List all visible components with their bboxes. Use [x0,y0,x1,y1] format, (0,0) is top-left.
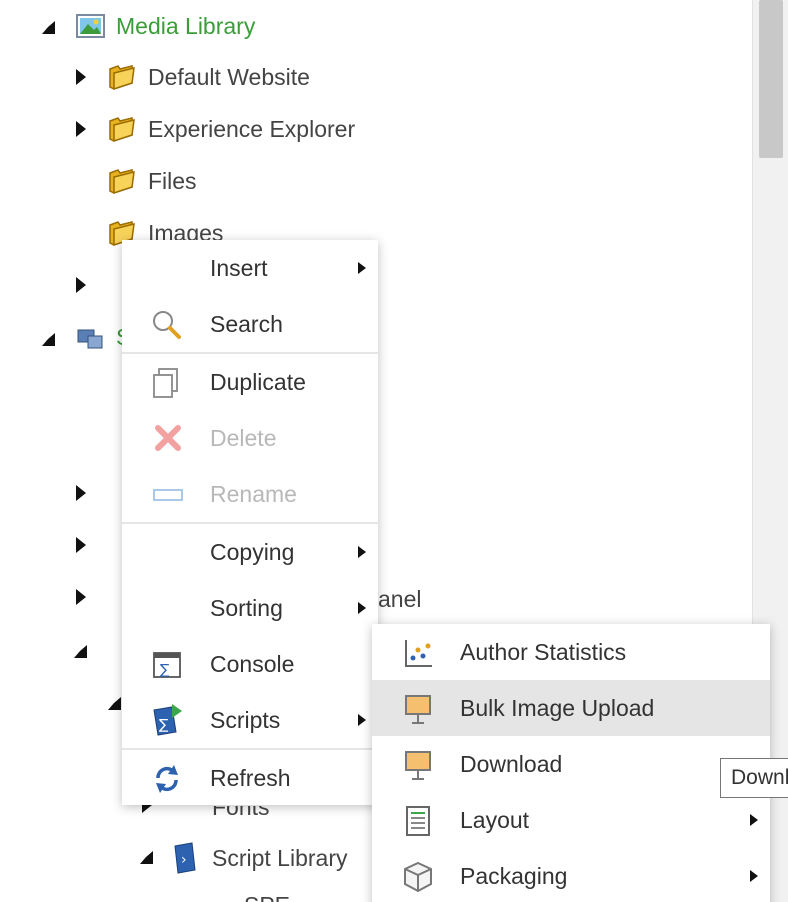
menu-item-label: Delete [210,425,277,451]
expand-arrow-icon[interactable] [76,485,86,501]
svg-text:∑: ∑ [160,662,170,678]
refresh-icon [156,765,178,793]
tree-item-default-website[interactable]: Default Website [148,62,310,92]
media-library-icon [76,14,105,38]
scrollbar-thumb[interactable] [759,0,783,158]
expand-arrow-icon[interactable] [76,121,86,137]
context-menu: Insert Search Duplicate Delete Rename Co… [122,240,378,805]
submenu-item-label: Bulk Image Upload [460,695,655,721]
expand-arrow-icon[interactable] [76,537,86,553]
menu-item-insert[interactable]: Insert [122,240,378,296]
menu-item-label: Sorting [210,595,283,621]
duplicate-icon [153,368,178,398]
submenu-arrow-icon [750,814,758,826]
menu-item-label: Rename [210,481,297,507]
expand-arrow-icon[interactable] [76,277,86,293]
tooltip: Download [720,758,788,798]
scripts-submenu: Author Statistics Bulk Image Upload Down… [372,624,770,902]
menu-item-scripts[interactable]: ∑ Scripts [122,692,378,748]
svg-text:∑: ∑ [159,717,169,733]
menu-item-label: Console [210,651,295,677]
download-icon [405,751,431,780]
submenu-item-layout[interactable]: Layout [372,792,770,848]
layout-icon [406,806,430,836]
search-icon [153,311,181,339]
rename-icon [153,489,183,501]
menu-item-duplicate[interactable]: Duplicate [122,354,378,410]
tree-item-partial-panel[interactable]: anel [378,584,421,614]
menu-item-label: Scripts [210,707,281,733]
submenu-item-author-statistics[interactable]: Author Statistics [372,624,770,680]
menu-item-copying[interactable]: Copying [122,524,378,580]
submenu-item-label: Author Statistics [460,639,627,665]
collapse-arrow-icon[interactable] [42,333,55,346]
svg-text:›: › [181,852,187,868]
submenu-arrow-icon [750,870,758,882]
tree-item-files[interactable]: Files [148,166,197,196]
collapse-arrow-icon[interactable] [108,697,121,710]
menu-item-rename[interactable]: Rename [122,466,378,522]
tree-item-spe[interactable]: SPE [244,890,290,902]
submenu-item-label: Layout [460,807,530,833]
console-icon: ∑ [153,652,181,678]
submenu-arrow-icon [358,714,366,726]
tree-item-media-library[interactable]: Media Library [116,11,255,41]
submenu-item-label: Download [460,751,563,777]
collapse-arrow-icon[interactable] [74,645,87,658]
submenu-arrow-icon [358,262,366,274]
submenu-item-packaging[interactable]: Packaging [372,848,770,902]
collapse-arrow-icon[interactable] [140,851,153,864]
expand-arrow-icon[interactable] [76,69,86,85]
collapse-arrow-icon[interactable] [42,21,55,34]
menu-item-refresh[interactable]: Refresh [122,750,378,806]
menu-item-label: Insert [210,255,268,281]
delete-icon [155,425,181,451]
menu-item-sorting[interactable]: Sorting [122,580,378,636]
folder-icon [109,65,135,91]
scripts-icon: ∑ [153,704,182,736]
submenu-arrow-icon [358,546,366,558]
expand-arrow-icon[interactable] [76,589,86,605]
submenu-item-label: Packaging [460,863,568,889]
submenu-item-bulk-image-upload[interactable]: Bulk Image Upload [372,680,770,736]
system-icon [77,329,103,349]
menu-item-label: Refresh [210,765,291,791]
tree-item-experience-explorer[interactable]: Experience Explorer [148,114,355,144]
menu-item-label: Copying [210,539,295,565]
submenu-arrow-icon [358,602,366,614]
script-library-icon: › [174,842,196,874]
upload-icon [405,695,431,724]
package-icon [404,861,432,893]
folder-icon [109,169,135,195]
submenu-item-download[interactable]: Download [372,736,770,792]
menu-item-console[interactable]: ∑ Console [122,636,378,692]
tree-item-script-library[interactable]: Script Library [212,843,347,873]
folder-icon [109,117,135,143]
menu-item-search[interactable]: Search [122,296,378,352]
chart-icon [405,640,432,667]
menu-item-label: Duplicate [210,369,306,395]
menu-item-label: Search [210,311,283,337]
menu-item-delete[interactable]: Delete [122,410,378,466]
